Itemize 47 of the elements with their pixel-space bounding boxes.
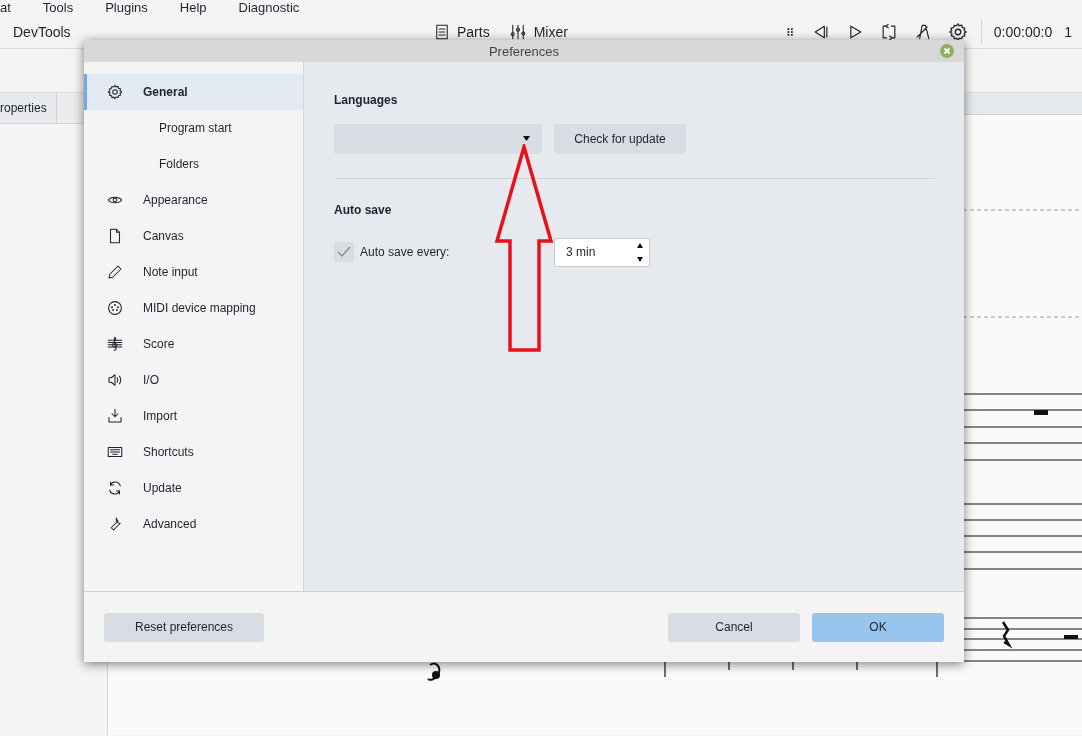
time-display: 0:00:00:0: [993, 24, 1053, 40]
nav-subitem[interactable]: Program start: [84, 110, 303, 146]
checkbox-label: Auto save every:: [360, 245, 451, 259]
toolbar-title: DevTools: [13, 24, 72, 40]
close-button[interactable]: [940, 44, 954, 58]
section-heading: Auto save: [334, 203, 393, 217]
nav-item[interactable]: Score: [84, 326, 303, 362]
nav-item[interactable]: Canvas: [84, 218, 303, 254]
nav-item[interactable]: Update: [84, 470, 303, 506]
dialog-title: Preferences: [488, 43, 560, 59]
speaker-icon: [106, 371, 124, 389]
toolbar-text: 1: [1064, 24, 1072, 40]
settings-icon: [946, 21, 969, 43]
dialog-button[interactable]: Reset preferences: [104, 612, 264, 642]
interval-spinbox[interactable]: 3 min: [554, 237, 650, 267]
staff-clef-icon: [106, 335, 124, 353]
nav-item[interactable]: Shortcuts: [84, 434, 303, 470]
section-heading: Languages: [334, 93, 399, 107]
menu-item[interactable]: at: [0, 0, 11, 16]
nav-item[interactable]: I/O: [84, 362, 303, 398]
gear-icon: [106, 83, 124, 101]
nav-subitem[interactable]: Folders: [84, 146, 303, 182]
nav-item[interactable]: MIDI device mapping: [84, 290, 303, 326]
midi-port-icon: [106, 299, 124, 317]
refresh-icon: [106, 479, 124, 497]
checkmark-icon: [337, 246, 351, 258]
import-icon: [106, 407, 124, 425]
menu-item[interactable]: Help: [179, 0, 207, 16]
checkbox[interactable]: [334, 242, 354, 262]
nav-item[interactable]: Appearance: [84, 182, 303, 218]
dialog-button[interactable]: Cancel: [668, 612, 800, 642]
nav-item[interactable]: General: [84, 74, 303, 110]
nav-item[interactable]: Note input: [84, 254, 303, 290]
nav-item[interactable]: Advanced: [84, 506, 303, 542]
pencil-icon: [106, 263, 124, 281]
caret-icon: [523, 136, 530, 142]
toolbar-button[interactable]: Parts: [433, 23, 490, 41]
toolbar-button[interactable]: Mixer: [507, 23, 568, 41]
spin-arrows-icon: [637, 241, 643, 263]
nav-item[interactable]: Import: [84, 398, 303, 434]
panel-tab[interactable]: roperties: [0, 93, 57, 123]
menu-item[interactable]: Diagnostic: [238, 0, 300, 16]
dialog-button[interactable]: OK: [812, 612, 944, 642]
menu-item[interactable]: Plugins: [105, 0, 148, 16]
check-update-button[interactable]: Check for update: [554, 124, 686, 154]
list-icon: [433, 23, 451, 41]
menu-item[interactable]: Tools: [42, 0, 74, 16]
